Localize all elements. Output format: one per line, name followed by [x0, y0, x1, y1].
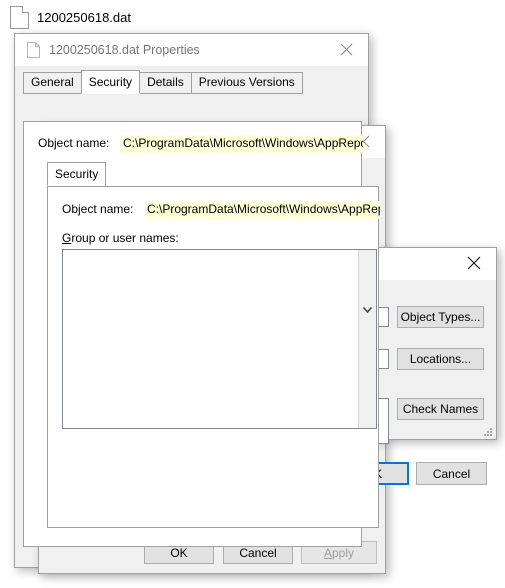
chevron-down-icon[interactable]	[362, 300, 373, 318]
group-label-rest: roup or user names:	[71, 231, 179, 245]
properties-object-name-label: Object name:	[38, 136, 110, 150]
resize-grip[interactable]	[483, 427, 493, 437]
object-types-button[interactable]: Object Types...	[397, 306, 484, 328]
apply-label-accesskey: A	[323, 545, 332, 560]
permissions-dialog: Permissions for 1200250618.dat Security …	[38, 125, 386, 574]
tab-previous-versions[interactable]: Previous Versions	[190, 72, 303, 94]
properties-title: 1200250618.dat Properties	[49, 43, 200, 57]
cancel-button[interactable]: Cancel	[416, 462, 487, 485]
properties-titlebar[interactable]: 1200250618.dat Properties	[15, 34, 368, 66]
tab-security[interactable]: Security	[80, 70, 141, 94]
screen: 1200250618.dat 1200250618.dat Properties…	[0, 0, 505, 588]
permissions-list[interactable]: Write	[62, 249, 377, 429]
check-names-button[interactable]: Check Names	[397, 398, 484, 420]
apply-label-rest: pply	[332, 545, 355, 560]
desktop-file-item[interactable]: 1200250618.dat	[10, 6, 131, 29]
permissions-object-name-value: C:\ProgramData\Microsoft\Windows\AppRepo…	[145, 201, 380, 219]
tab-general[interactable]: General	[23, 72, 82, 94]
close-icon[interactable]	[452, 248, 496, 278]
properties-object-name-value: C:\ProgramData\Microsoft\Windows\AppRepo…	[121, 135, 363, 153]
tab-security[interactable]: Security	[47, 162, 107, 186]
permissions-tab-page: Object name: C:\ProgramData\Microsoft\Wi…	[47, 186, 380, 528]
file-document-icon	[27, 42, 40, 58]
group-label-accesskey: G	[62, 231, 72, 245]
desktop-file-label: 1200250618.dat	[37, 10, 131, 25]
file-document-icon	[10, 6, 29, 29]
tab-details[interactable]: Details	[139, 72, 192, 94]
permissions-object-name-label: Object name:	[62, 202, 134, 216]
close-icon[interactable]	[324, 34, 368, 64]
group-or-user-names-label: Group or user names:	[62, 231, 179, 245]
scrollbar[interactable]	[358, 250, 376, 428]
permissions-tabstrip[interactable]: Security	[47, 162, 385, 186]
properties-tabstrip[interactable]: General Security Details Previous Versio…	[23, 70, 368, 94]
locations-button[interactable]: Locations...	[397, 348, 484, 370]
